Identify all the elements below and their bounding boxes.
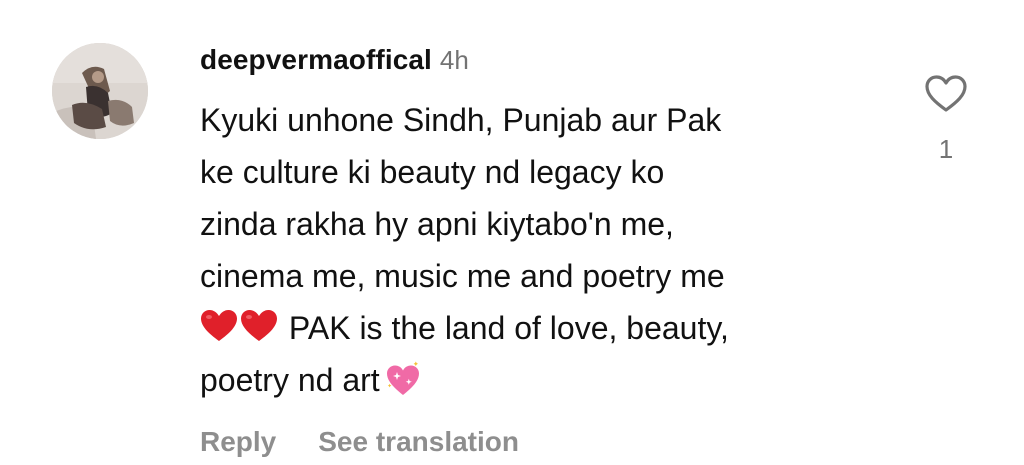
comment-line-text: PAK is the land of love, beauty, bbox=[288, 310, 729, 346]
like-section: 1 bbox=[918, 74, 974, 164]
sparkling-heart-emoji-icon bbox=[384, 361, 422, 397]
username[interactable]: deepvermaoffical bbox=[200, 44, 432, 75]
comment-line-with-sparkle: poetry nd art bbox=[200, 354, 900, 406]
comment-line: ke culture ki beauty nd legacy ko bbox=[200, 154, 665, 190]
avatar-photo bbox=[52, 43, 148, 139]
comment-actions: Reply See translation bbox=[200, 424, 900, 460]
comment-text: Kyuki unhone Sindh, Punjab aur Pak ke cu… bbox=[200, 94, 900, 406]
comment-line: cinema me, music me and poetry me bbox=[200, 258, 725, 294]
timestamp: 4h bbox=[439, 45, 469, 75]
comment-line: zinda rakha hy apni kiytabo'n me, bbox=[200, 206, 674, 242]
comment-body: deepvermaoffical 4h Kyuki unhone Sindh, P… bbox=[200, 40, 900, 460]
comment-line-text: poetry nd art bbox=[200, 362, 380, 398]
comment-item: deepvermaoffical 4h Kyuki unhone Sindh, P… bbox=[0, 0, 1024, 457]
red-heart-emoji-icon bbox=[240, 309, 278, 343]
comment-line-with-hearts: PAK is the land of love, beauty, bbox=[200, 302, 900, 354]
comment-meta: deepvermaoffical 4h bbox=[200, 40, 900, 80]
comment-line: Kyuki unhone Sindh, Punjab aur Pak bbox=[200, 102, 722, 138]
like-count: 1 bbox=[938, 134, 954, 164]
red-heart-emoji-icon bbox=[200, 309, 238, 343]
heart-outline-icon[interactable] bbox=[924, 74, 968, 114]
avatar[interactable] bbox=[52, 43, 148, 139]
see-translation-button[interactable]: See translation bbox=[318, 426, 519, 457]
reply-button[interactable]: Reply bbox=[200, 426, 276, 457]
